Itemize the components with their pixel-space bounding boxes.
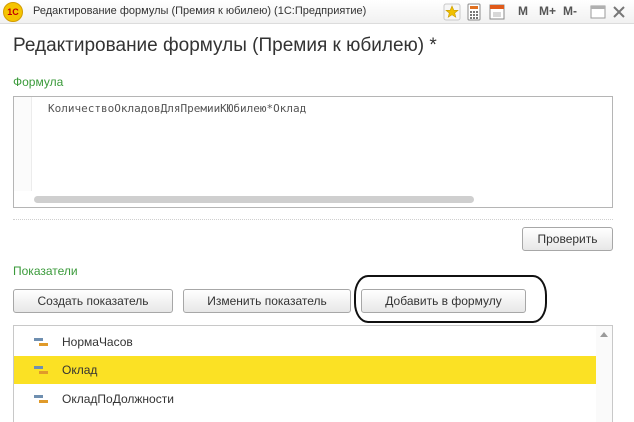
indicator-icon (34, 366, 48, 374)
horizontal-scrollbar[interactable] (32, 191, 612, 207)
separator (13, 219, 613, 220)
form-title: Редактирование формулы (Премия к юбилею)… (13, 35, 437, 56)
highlight-annotation (354, 275, 547, 323)
memory-minus-button[interactable]: M- (563, 4, 577, 18)
check-button[interactable]: Проверить (522, 227, 613, 251)
formula-label: Формула (13, 75, 64, 89)
window-titlebar: 1С Редактирование формулы (Премия к юбил… (0, 0, 634, 24)
calendar-icon[interactable] (488, 3, 506, 21)
list-item[interactable]: НормаЧасов (14, 328, 598, 356)
star-icon[interactable] (443, 3, 461, 21)
indicators-label: Показатели (13, 264, 78, 278)
app-1c-icon[interactable]: 1С (3, 2, 23, 22)
calculator-icon[interactable] (465, 3, 483, 21)
memory-plus-button[interactable]: M+ (539, 4, 556, 18)
vertical-scrollbar[interactable] (596, 326, 612, 422)
list-item-selected[interactable]: Оклад (14, 356, 598, 384)
formula-text[interactable]: КоличествоОкладовДляПремииКЮбилею*Оклад (48, 102, 306, 115)
window-title: Редактирование формулы (Премия к юбилею)… (33, 5, 367, 17)
list-item-label: Оклад (62, 363, 98, 377)
editor-gutter (14, 97, 32, 191)
scrollbar-thumb[interactable] (34, 196, 474, 203)
close-icon[interactable] (610, 3, 628, 21)
list-item-label: ОкладПоДолжности (62, 392, 174, 406)
indicator-icon (34, 395, 48, 403)
create-indicator-button[interactable]: Создать показатель (13, 289, 173, 313)
list-item-label: НормаЧасов (62, 335, 133, 349)
list-item[interactable]: ОкладПоДолжности (14, 385, 598, 413)
edit-indicator-button[interactable]: Изменить показатель (183, 289, 351, 313)
memory-button[interactable]: M (518, 4, 528, 18)
scroll-up-icon[interactable] (600, 332, 608, 337)
formula-editor[interactable]: КоличествоОкладовДляПремииКЮбилею*Оклад (13, 96, 613, 208)
window-menu-icon[interactable] (589, 3, 607, 21)
indicators-list[interactable]: НормаЧасов Оклад ОкладПоДолжности (13, 325, 613, 422)
indicator-icon (34, 338, 48, 346)
